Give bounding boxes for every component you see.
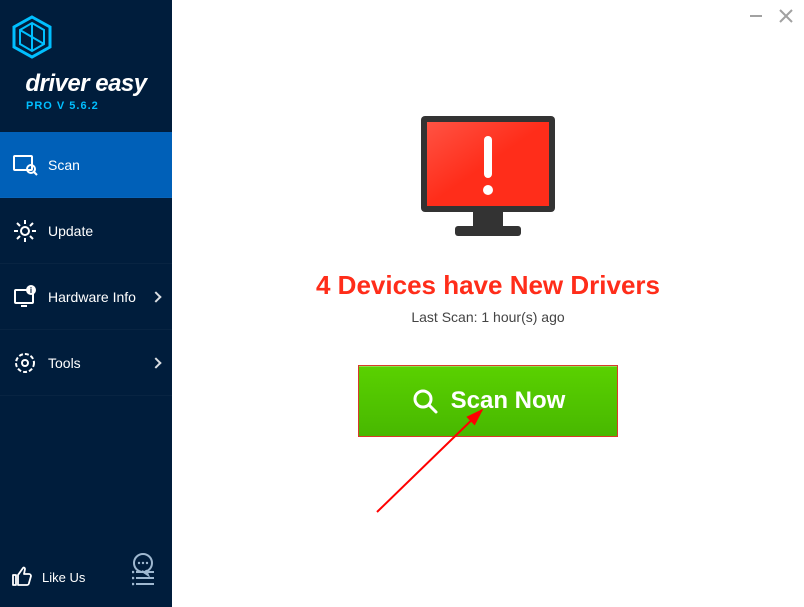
version-text: PRO V 5.6.2 xyxy=(12,100,160,112)
nav-tools-label: Tools xyxy=(48,355,81,371)
gear-icon xyxy=(12,218,38,244)
nav-tools[interactable]: Tools xyxy=(0,330,172,396)
logo-icon xyxy=(12,15,52,59)
close-button[interactable] xyxy=(778,8,794,24)
scan-now-label: Scan Now xyxy=(451,387,566,415)
alert-monitor-icon xyxy=(413,112,563,242)
sidebar: driver easy PRO V 5.6.2 Scan Update i xyxy=(0,0,172,607)
titlebar xyxy=(748,8,794,24)
nav-scan[interactable]: Scan xyxy=(0,132,172,198)
nav-hardware[interactable]: i Hardware Info xyxy=(0,264,172,330)
sidebar-bottom: Like Us xyxy=(0,557,172,607)
last-scan-text: Last Scan: 1 hour(s) ago xyxy=(411,309,564,325)
nav: Scan Update i Hardware Info Tool xyxy=(0,132,172,396)
nav-scan-label: Scan xyxy=(48,157,80,173)
nav-update-label: Update xyxy=(48,223,93,239)
tools-icon xyxy=(12,350,38,376)
logo-area: driver easy PRO V 5.6.2 xyxy=(0,0,172,122)
nav-update[interactable]: Update xyxy=(0,198,172,264)
headline: 4 Devices have New Drivers xyxy=(316,270,660,301)
scan-icon xyxy=(12,152,38,178)
chevron-right-icon xyxy=(150,357,161,368)
minimize-button[interactable] xyxy=(748,8,764,24)
search-icon xyxy=(411,387,439,415)
hardware-icon: i xyxy=(12,284,38,310)
thumbs-up-icon xyxy=(10,565,34,589)
like-label: Like Us xyxy=(42,570,85,585)
main-panel: 4 Devices have New Drivers Last Scan: 1 … xyxy=(172,0,804,607)
nav-hardware-label: Hardware Info xyxy=(48,289,136,305)
scan-now-button[interactable]: Scan Now xyxy=(358,365,618,437)
svg-text:i: i xyxy=(30,286,32,295)
chevron-right-icon xyxy=(150,291,161,302)
menu-icon[interactable] xyxy=(132,569,154,587)
brand-text: driver easy xyxy=(12,70,160,98)
